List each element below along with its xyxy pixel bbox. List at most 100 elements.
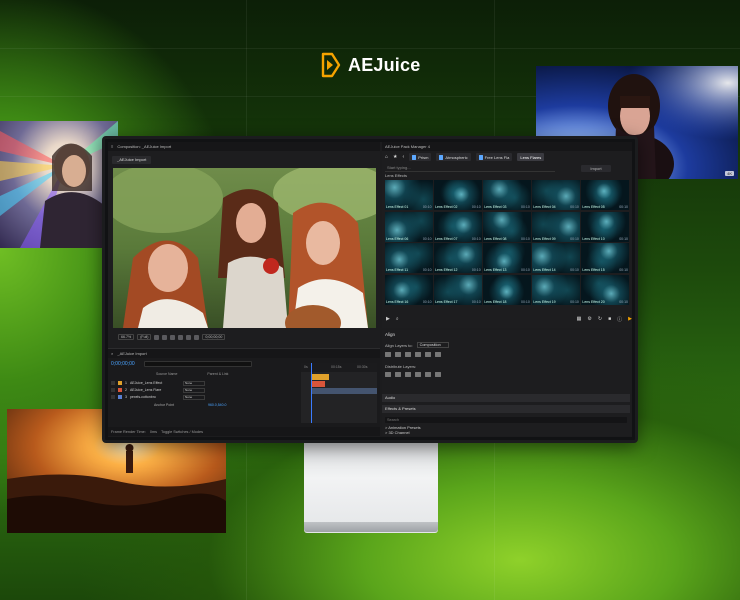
effects-search-input[interactable]: Search: [385, 417, 627, 423]
preset-tile[interactable]: Lens Effect 09 00:10: [532, 211, 580, 242]
timeline-layer-row[interactable]: 1 AEJuice_Lens Effect None: [111, 380, 299, 386]
align-hcenter-icon[interactable]: [395, 352, 401, 357]
current-time-display[interactable]: 0;00;00;00: [202, 334, 226, 340]
resolution-dropdown[interactable]: (Full): [137, 334, 152, 340]
preset-tile[interactable]: Lens Effect 15 00:10: [581, 243, 629, 273]
layer-name[interactable]: AEJuice_Lens Flare: [130, 388, 180, 392]
layer-number: 1: [125, 381, 127, 385]
preset-duration: 00:10: [619, 236, 628, 241]
preset-tile[interactable]: Lens Effect 14 00:10: [532, 243, 580, 273]
play-icon[interactable]: ▶: [386, 316, 390, 322]
refresh-icon[interactable]: ↻: [598, 316, 602, 322]
pack-search-input[interactable]: Start typing...: [385, 165, 555, 172]
layer-color-label[interactable]: [118, 381, 122, 385]
preset-tile[interactable]: Lens Effect 02 00:10: [434, 180, 482, 210]
visibility-toggle-icon[interactable]: [111, 395, 115, 399]
search-icon[interactable]: ⌕: [396, 316, 399, 322]
preset-tile[interactable]: Lens Effect 17 00:10: [434, 274, 482, 305]
preset-tile[interactable]: Lens Effect 10 00:10: [581, 211, 629, 242]
back-icon[interactable]: ‹: [403, 154, 405, 160]
composition-sub-tab[interactable]: _AEJuice Import: [112, 156, 152, 164]
import-button[interactable]: Import: [581, 164, 611, 172]
grid-view-icon[interactable]: ▦: [577, 316, 582, 322]
align-vcenter-icon[interactable]: [425, 352, 431, 357]
preset-tile[interactable]: Lens Effect 13 00:10: [483, 243, 531, 273]
anchor-point-value[interactable]: 960.0,540.0: [208, 403, 227, 407]
preset-tile[interactable]: Lens Effect 16 00:10: [385, 274, 433, 305]
visibility-toggle-icon[interactable]: [111, 388, 115, 392]
layer-bar[interactable]: [311, 374, 329, 380]
home-icon[interactable]: ⌂: [385, 154, 388, 160]
pack-manager-tab[interactable]: AEJuice Pack Manager 4: [382, 142, 632, 151]
timeline-tab[interactable]: × _AEJuice Import: [108, 349, 380, 358]
preset-tile[interactable]: Lens Effect 19 00:10: [532, 274, 580, 305]
timeline-search-input[interactable]: [144, 361, 252, 367]
distribute-left-icon[interactable]: [415, 372, 421, 377]
color-channel-icon[interactable]: [194, 334, 200, 340]
close-icon[interactable]: ×: [111, 351, 113, 356]
preset-tile[interactable]: Lens Effect 03 00:10: [483, 180, 531, 210]
toggle-switches-modes-button[interactable]: Toggle Switches / Modes: [161, 430, 203, 434]
camera-snapshot-icon[interactable]: [186, 334, 192, 340]
timeline-column-headers: Source Name Parent & Link: [111, 372, 299, 378]
breadcrumb-item-active[interactable]: Lens Flares: [517, 153, 545, 161]
timeline-tracks[interactable]: 0s 00:15s 00:30s: [301, 363, 377, 423]
settings-icon[interactable]: ⚙: [587, 316, 591, 322]
star-icon[interactable]: ★: [393, 154, 397, 160]
align-left-icon[interactable]: [385, 352, 391, 357]
region-icon[interactable]: [170, 334, 176, 340]
preset-tile[interactable]: Lens Effect 01 00:10: [385, 180, 433, 210]
layer-bar[interactable]: [311, 388, 377, 394]
align-right-icon[interactable]: [405, 352, 411, 357]
layer-bar[interactable]: [311, 381, 325, 387]
layer-name[interactable]: AEJuice_Lens Effect: [130, 381, 180, 385]
effects-list-item[interactable]: > 3D Channel: [385, 430, 410, 435]
info-icon[interactable]: ⓘ: [617, 316, 622, 323]
layer-parent-dropdown[interactable]: None: [182, 380, 205, 386]
distribute-top-icon[interactable]: [385, 372, 391, 377]
composition-panel-tab[interactable]: ≡ Composition: _AEJuice Import: [108, 142, 380, 151]
align-bottom-icon[interactable]: [435, 352, 441, 357]
aejuice-menu-icon[interactable]: ▶: [628, 316, 632, 322]
layer-name[interactable]: pexels-cottonbro: [130, 395, 180, 399]
preset-tile[interactable]: Lens Effect 05 00:10: [581, 180, 629, 210]
layer-color-label[interactable]: [118, 388, 122, 392]
align-top-icon[interactable]: [415, 352, 421, 357]
breadcrumb-item[interactable]: Free Lens Fla: [475, 153, 513, 161]
transparency-icon[interactable]: [178, 334, 184, 340]
timeline-current-time[interactable]: 0;00;00;00: [111, 361, 135, 367]
preset-tile[interactable]: Lens Effect 07 00:10: [434, 211, 482, 242]
composition-tab-label: Composition: _AEJuice Import: [117, 144, 172, 149]
audio-panel-header[interactable]: Audio: [382, 394, 630, 402]
zoom-dropdown[interactable]: 66.7%: [118, 334, 135, 340]
panel-menu-icon[interactable]: ≡: [111, 144, 113, 149]
preset-tile[interactable]: Lens Effect 06 00:10: [385, 211, 433, 242]
distribute-hcenter-icon[interactable]: [425, 372, 431, 377]
layer-parent-dropdown[interactable]: None: [182, 394, 205, 400]
distribute-bottom-icon[interactable]: [405, 372, 411, 377]
preset-tile[interactable]: Lens Effect 20 00:10: [581, 274, 629, 305]
breadcrumb-item[interactable]: Atmospheric: [436, 153, 471, 161]
distribute-label: Distribute Layers:: [385, 364, 417, 369]
preset-tile[interactable]: Lens Effect 11 00:10: [385, 243, 433, 273]
visibility-toggle-icon[interactable]: [111, 381, 115, 385]
stop-icon[interactable]: ■: [608, 316, 611, 322]
preset-tile[interactable]: Lens Effect 12 00:10: [434, 243, 482, 273]
layer-color-label[interactable]: [118, 395, 122, 399]
preset-tile[interactable]: Lens Effect 04 00:10: [532, 180, 580, 210]
align-to-dropdown[interactable]: Composition: [416, 342, 449, 348]
playhead[interactable]: [311, 363, 312, 423]
timeline-layer-row[interactable]: 3 pexels-cottonbro None: [111, 394, 299, 400]
layer-parent-dropdown[interactable]: None: [182, 387, 205, 393]
distribute-right-icon[interactable]: [435, 372, 441, 377]
mask-toggle-icon[interactable]: [162, 334, 168, 340]
preset-tile[interactable]: Lens Effect 08 00:10: [483, 211, 531, 242]
distribute-vcenter-icon[interactable]: [395, 372, 401, 377]
grid-toggle-icon[interactable]: [154, 334, 160, 340]
preset-tile[interactable]: Lens Effect 18 00:10: [483, 274, 531, 305]
time-ruler[interactable]: 0s 00:15s 00:30s: [301, 363, 377, 372]
timeline-layer-row[interactable]: 2 AEJuice_Lens Flare None: [111, 387, 299, 393]
breadcrumb-item[interactable]: Prism: [409, 153, 432, 161]
effects-presets-header[interactable]: Effects & Presets: [382, 405, 630, 413]
folder-label[interactable]: Lens Effects: [385, 173, 407, 178]
